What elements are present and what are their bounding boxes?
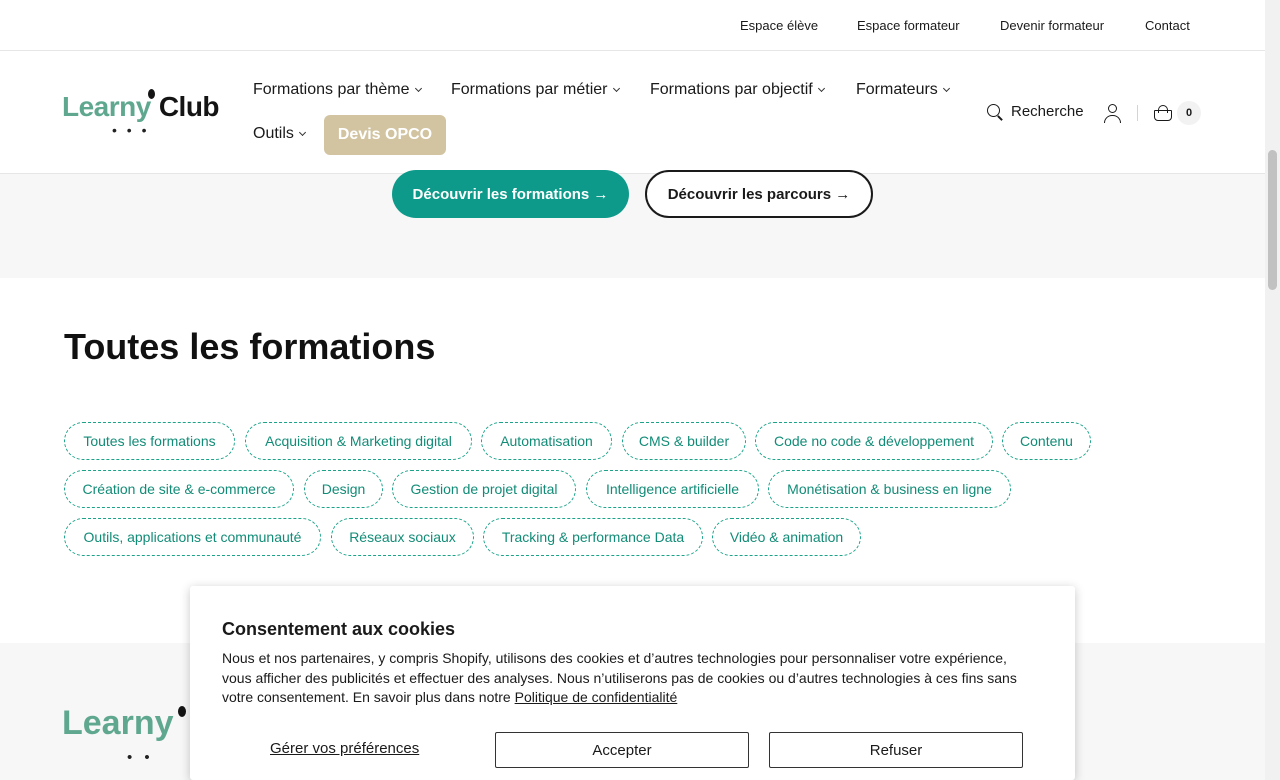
hero-section: [0, 174, 1265, 278]
footer-logo[interactable]: Learny: [62, 704, 174, 743]
page-scrollbar[interactable]: [1265, 0, 1280, 780]
refuse-cookies-button[interactable]: Refuser: [769, 732, 1023, 768]
footer-logo-dots: • •: [127, 749, 154, 766]
link-devenir-formateur[interactable]: Devenir formateur: [1000, 18, 1104, 33]
chevron-down-icon: [817, 84, 825, 93]
nav-label: Formateurs: [856, 81, 938, 98]
nav-label: Formations par métier: [451, 81, 608, 98]
logo-accent-dot: [148, 89, 155, 99]
cookie-consent-banner: Consentement aux cookies Nous et nos par…: [190, 586, 1075, 780]
filter-chip[interactable]: Réseaux sociaux: [331, 518, 474, 556]
filter-chip[interactable]: CMS & builder: [622, 422, 746, 460]
nav-formations-par-objectif[interactable]: Formations par objectif: [650, 81, 825, 99]
nav-formateurs[interactable]: Formateurs: [856, 81, 950, 99]
cart-count-badge: 0: [1177, 101, 1201, 125]
search-icon: [987, 103, 1003, 120]
privacy-policy-link[interactable]: Politique de confidentialité: [515, 689, 678, 705]
chevron-down-icon: [414, 84, 422, 93]
header-divider: [1137, 105, 1138, 121]
filter-chip[interactable]: Monétisation & business en ligne: [768, 470, 1011, 508]
cart-icon[interactable]: [1154, 105, 1172, 121]
cookie-title: Consentement aux cookies: [222, 619, 456, 639]
accept-cookies-button[interactable]: Accepter: [495, 732, 749, 768]
site-logo[interactable]: Learny Club • • •: [62, 89, 222, 138]
nav-formations-par-theme[interactable]: Formations par thème: [253, 81, 422, 99]
top-utility-bar: Espace élève Espace formateur Devenir fo…: [0, 0, 1265, 51]
filter-chip[interactable]: Tracking & performance Data: [483, 518, 703, 556]
nav-label: Formations par thème: [253, 81, 410, 98]
filter-chip[interactable]: Création de site & e-commerce: [64, 470, 294, 508]
chevron-down-icon: [298, 128, 306, 137]
filter-chip[interactable]: Acquisition & Marketing digital: [245, 422, 472, 460]
discover-formations-button[interactable]: Découvrir les formations →: [392, 170, 629, 218]
link-espace-formateur[interactable]: Espace formateur: [857, 18, 960, 33]
manage-preferences-link[interactable]: Gérer vos préférences: [270, 740, 419, 757]
logo-text: Learny Club: [62, 91, 220, 123]
logo-part-learny: Learny: [62, 91, 151, 122]
link-espace-eleve[interactable]: Espace élève: [740, 18, 818, 33]
filter-chip[interactable]: Automatisation: [481, 422, 612, 460]
chevron-down-icon: [942, 84, 950, 93]
filter-chip[interactable]: Outils, applications et communauté: [64, 518, 321, 556]
filter-chip[interactable]: Intelligence artificielle: [586, 470, 759, 508]
search-button[interactable]: Recherche: [987, 103, 1084, 120]
nav-label: Outils: [253, 125, 294, 142]
scrollbar-thumb[interactable]: [1268, 150, 1277, 290]
filter-chip[interactable]: Contenu: [1002, 422, 1091, 460]
link-contact[interactable]: Contact: [1145, 18, 1190, 33]
account-icon[interactable]: [1103, 104, 1123, 124]
devis-opco-button[interactable]: Devis OPCO: [324, 115, 446, 155]
filter-chip[interactable]: Vidéo & animation: [712, 518, 861, 556]
filter-chip[interactable]: Code no code & développement: [755, 422, 993, 460]
footer-logo-accent-dot: [178, 706, 186, 717]
logo-dots: • • •: [112, 122, 150, 138]
main-header: Learny Club • • • Formations par thème Fo…: [0, 51, 1265, 174]
filter-chip[interactable]: Gestion de projet digital: [392, 470, 576, 508]
page-title: Toutes les formations: [64, 326, 436, 367]
logo-part-club: Club: [158, 91, 220, 122]
chevron-down-icon: [612, 84, 620, 93]
filter-chip[interactable]: Design: [304, 470, 383, 508]
filter-chip[interactable]: Toutes les formations: [64, 422, 235, 460]
cookie-description: Nous et nos partenaires, y compris Shopi…: [222, 649, 1022, 708]
nav-formations-par-metier[interactable]: Formations par métier: [451, 81, 620, 99]
nav-outils[interactable]: Outils: [253, 125, 306, 143]
search-label: Recherche: [1011, 103, 1084, 120]
nav-label: Formations par objectif: [650, 81, 813, 98]
discover-parcours-button[interactable]: Découvrir les parcours →: [645, 170, 873, 218]
